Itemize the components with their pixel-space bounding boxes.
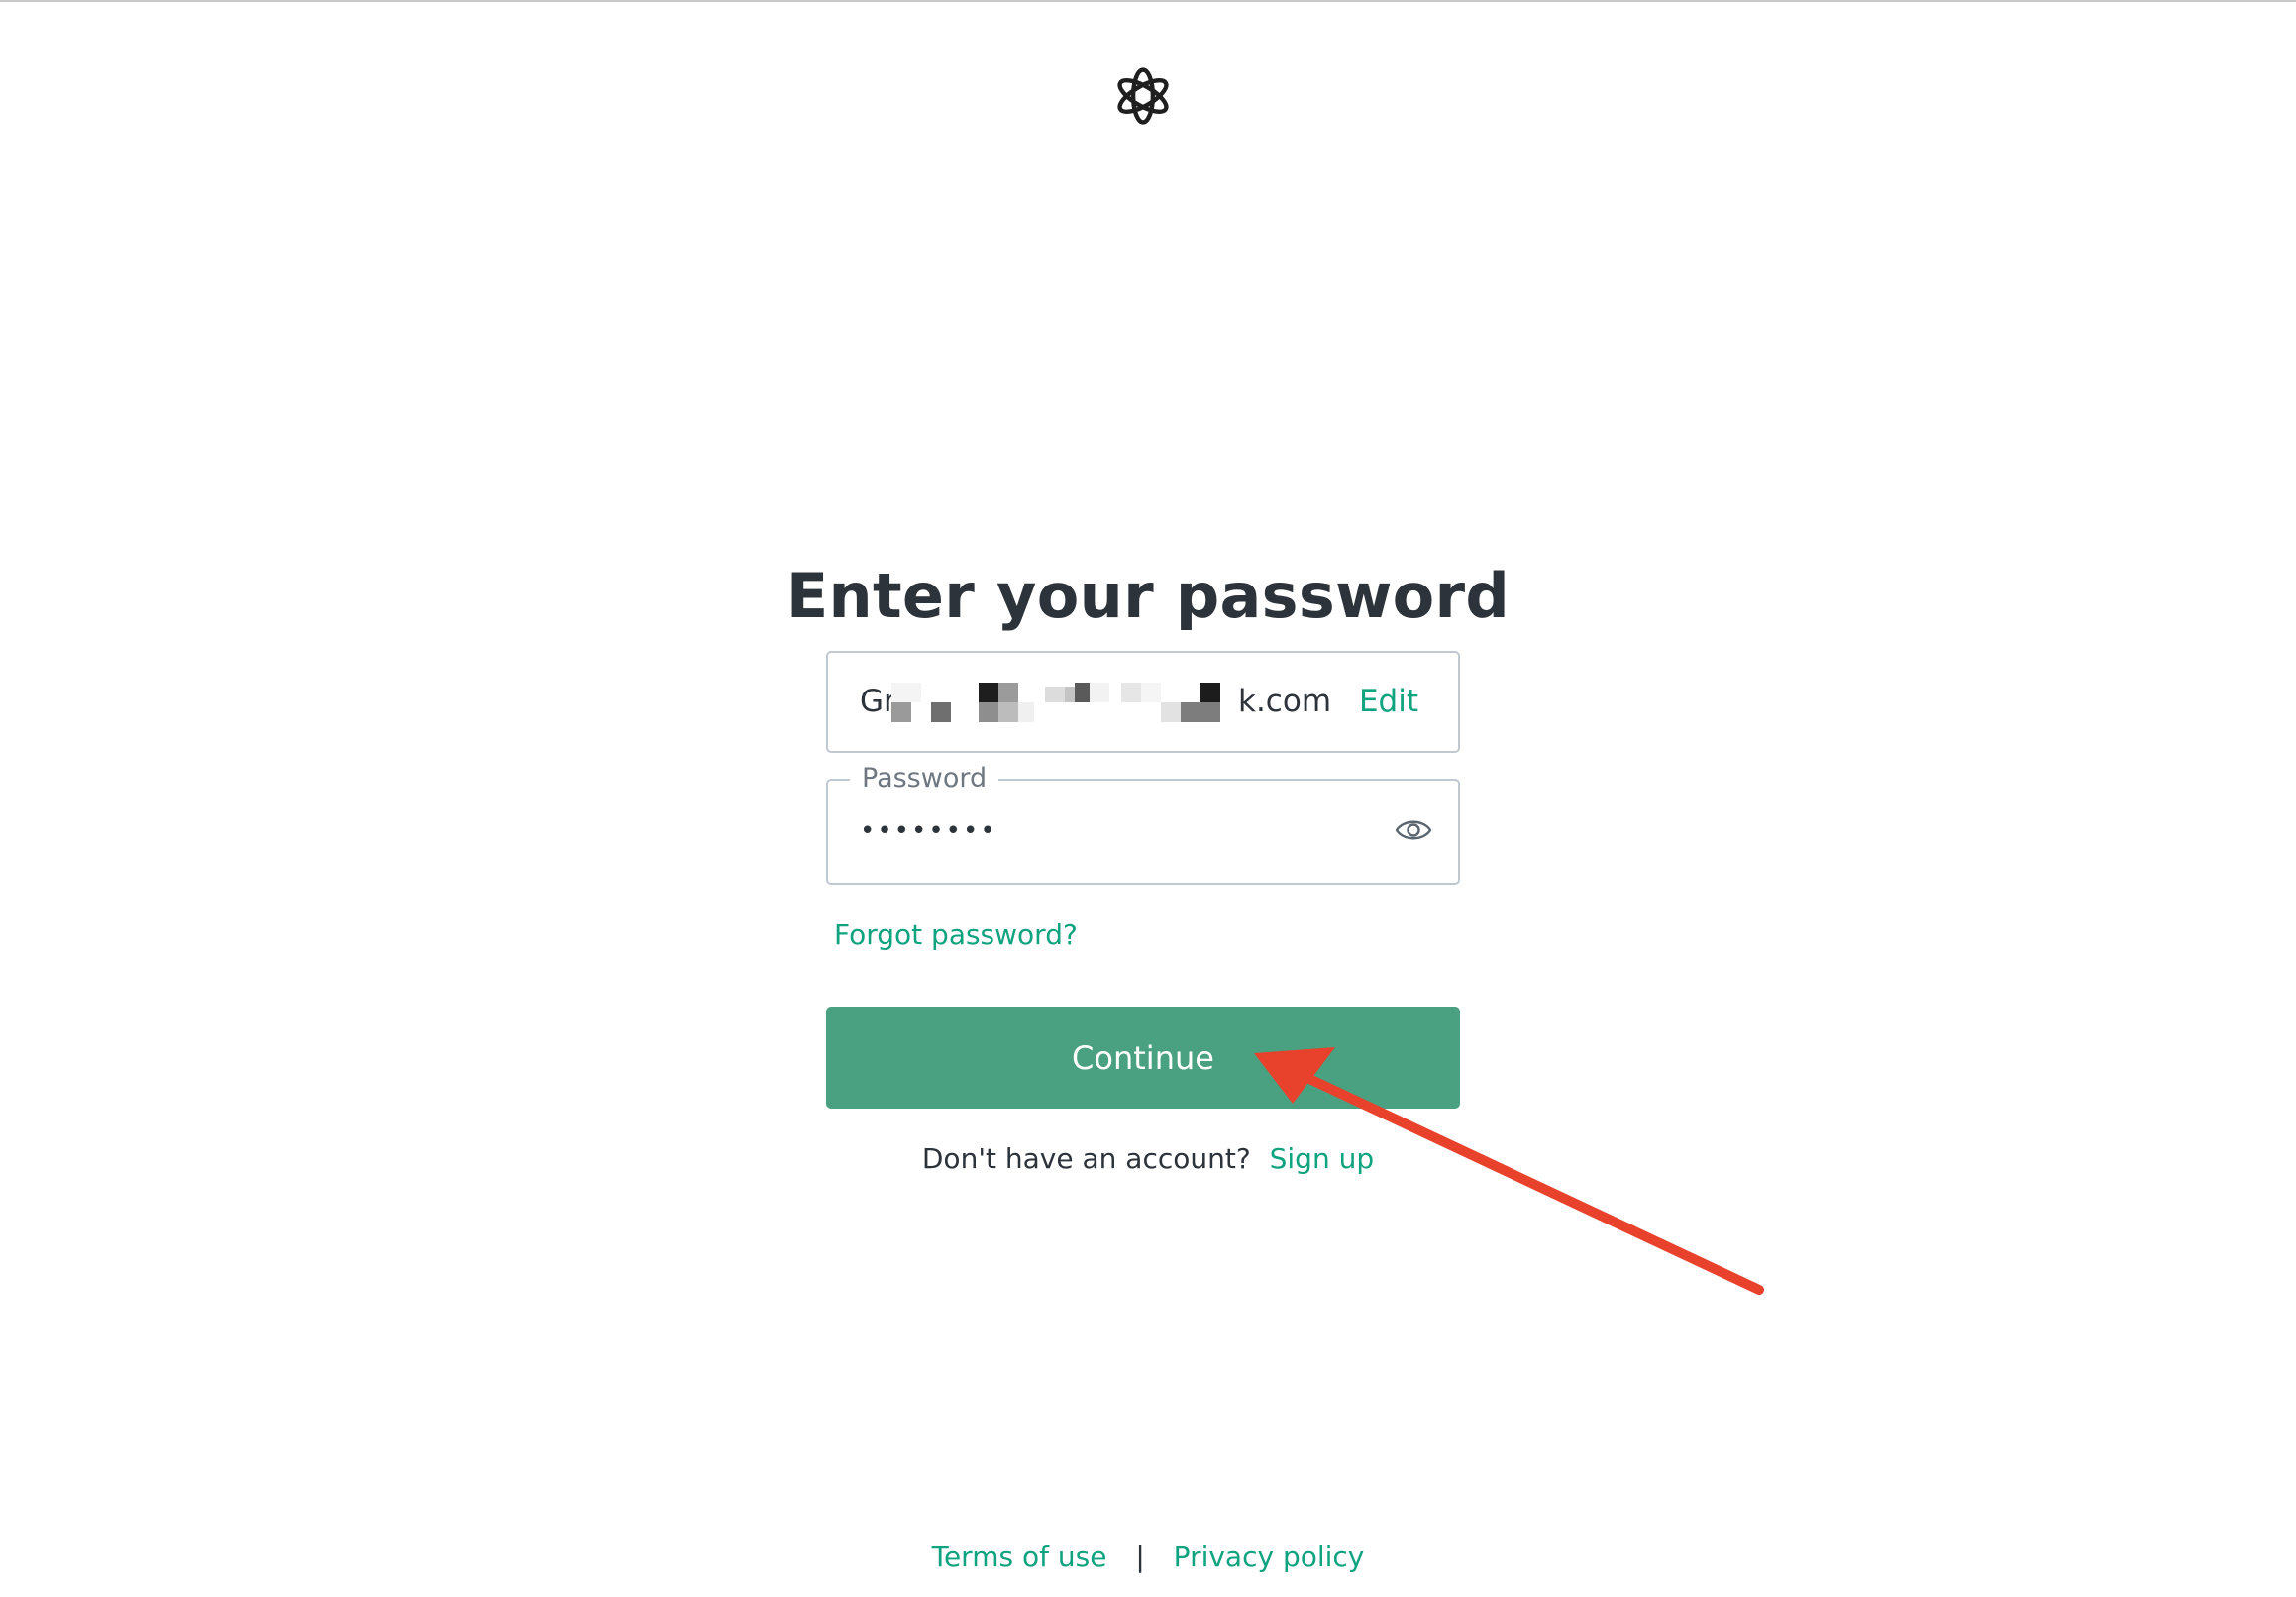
password-field[interactable]: Password •••••••• — [826, 761, 1460, 885]
email-redaction-mask-2 — [1090, 683, 1220, 722]
privacy-policy-link[interactable]: Privacy policy — [1174, 1541, 1365, 1573]
email-redaction-mask — [891, 683, 1090, 722]
signup-link[interactable]: Sign up — [1270, 1142, 1375, 1175]
forgot-password-link[interactable]: Forgot password? — [834, 915, 1078, 955]
top-divider — [0, 0, 2296, 2]
continue-button[interactable]: Continue — [826, 1007, 1460, 1109]
openai-logo-icon — [1117, 67, 1169, 125]
signup-row: Don't have an account? Sign up — [0, 1139, 2296, 1179]
terms-of-use-link[interactable]: Terms of use — [932, 1541, 1107, 1573]
page-title: Enter your password — [785, 559, 1511, 632]
signup-prompt: Don't have an account? — [921, 1142, 1251, 1175]
password-input[interactable]: •••••••• — [860, 781, 997, 883]
edit-email-link[interactable]: Edit — [1359, 653, 1418, 751]
footer: Terms of use | Privacy policy — [0, 1538, 2296, 1577]
eye-icon[interactable] — [1395, 816, 1432, 844]
email-field: Gr k.com Edit — [826, 651, 1460, 753]
footer-separator: | — [1135, 1541, 1145, 1573]
email-domain-suffix: k.com — [1238, 684, 1332, 719]
